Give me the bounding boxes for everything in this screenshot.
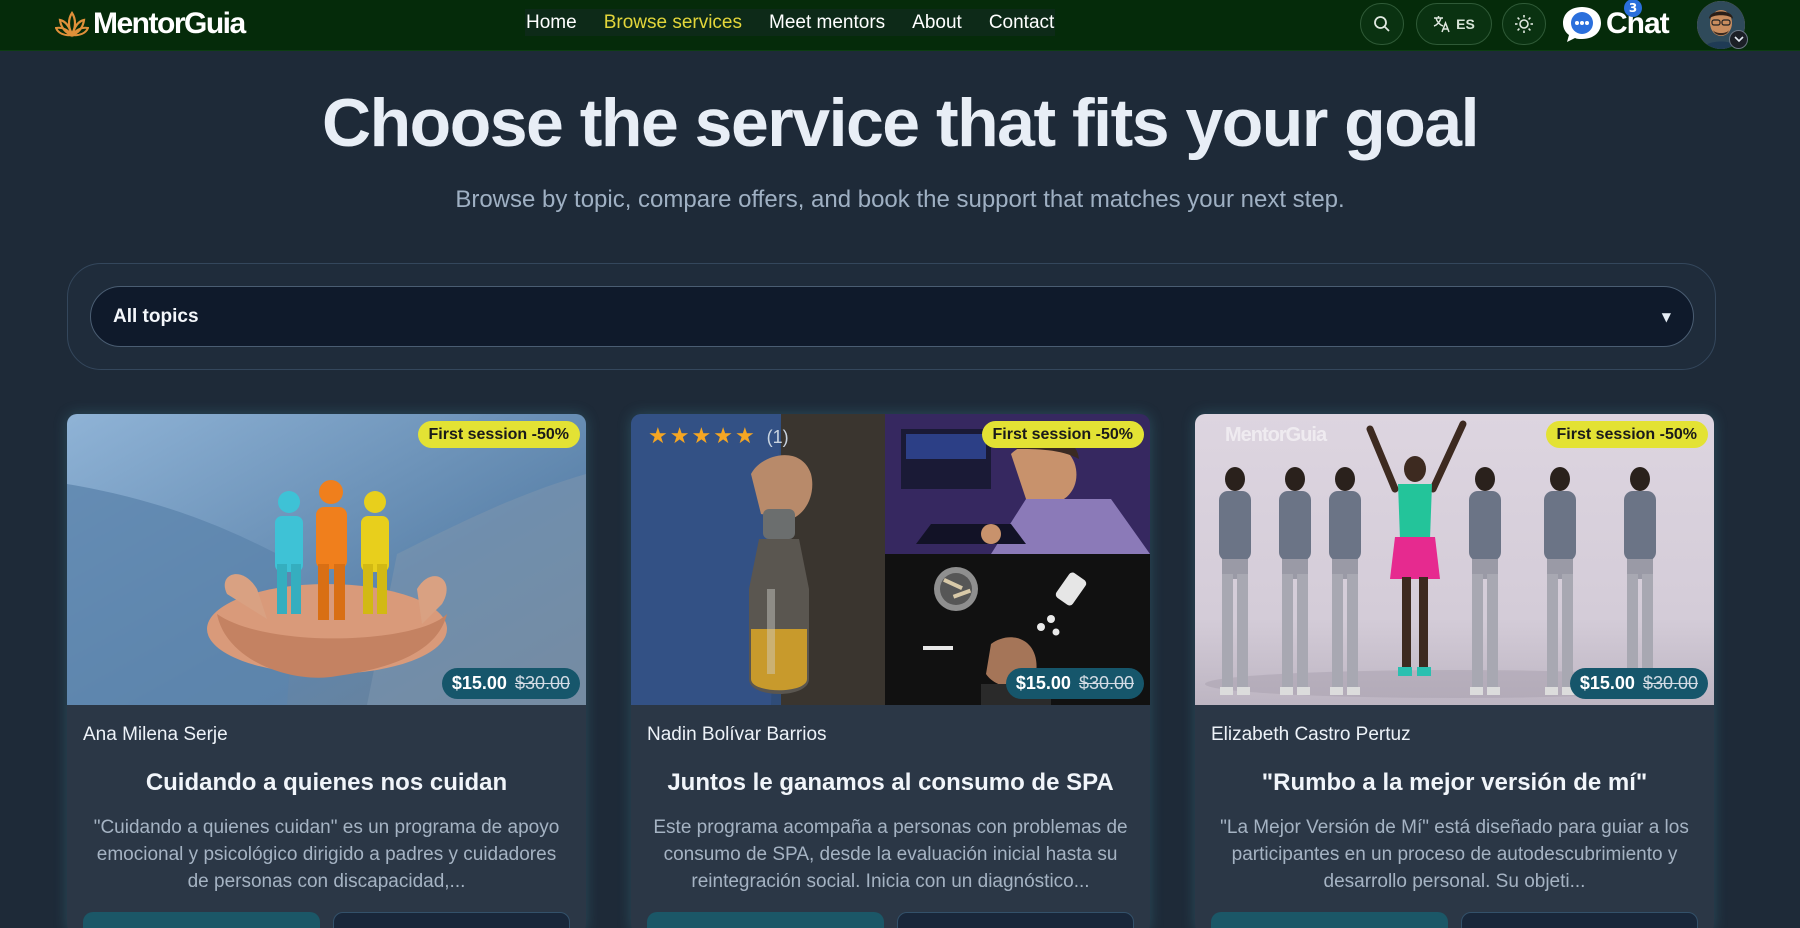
service-title[interactable]: Juntos le ganamos al consumo de SPA — [631, 769, 1150, 797]
mentor-name[interactable]: Ana Milena Serje — [83, 724, 228, 746]
star-icon: ★ — [691, 424, 712, 449]
navbar: MentorGuia Home Browse services Meet men… — [0, 0, 1800, 51]
lotus-icon — [55, 11, 89, 38]
price-badge: $15.00 $30.00 — [1569, 668, 1708, 699]
book-button[interactable] — [647, 912, 884, 928]
book-button[interactable] — [1211, 912, 1448, 928]
language-code: ES — [1456, 16, 1475, 32]
promo-badge: First session -50% — [1545, 421, 1708, 448]
service-title[interactable]: Cuidando a quienes nos cuidan — [67, 769, 586, 797]
nav-browse-services[interactable]: Browse services — [604, 12, 742, 34]
service-card[interactable]: ★ ★ ★ ★ ★ (1) First session -50% $15.00 … — [631, 414, 1150, 928]
service-description: "Cuidando a quienes cuidan" es un progra… — [93, 817, 560, 892]
price-current: $15.00 — [451, 673, 507, 693]
price-original: $30.00 — [1642, 673, 1698, 693]
details-button[interactable] — [333, 912, 570, 928]
service-image — [631, 414, 1150, 705]
price-original: $30.00 — [514, 673, 570, 693]
language-button[interactable]: ES — [1416, 3, 1492, 45]
service-card[interactable]: First session -50% $15.00 $30.00 Ana Mil… — [67, 414, 586, 928]
price-current: $15.00 — [1579, 673, 1635, 693]
chevron-down-icon — [1733, 36, 1744, 43]
nav-meet-mentors[interactable]: Meet mentors — [769, 12, 885, 34]
promo-badge: First session -50% — [417, 421, 580, 448]
service-description: Este programa acompaña a personas con pr… — [653, 817, 1128, 892]
star-icon: ★ — [669, 424, 690, 449]
price-badge: $15.00 $30.00 — [441, 668, 580, 699]
account-menu-toggle[interactable] — [1729, 30, 1748, 49]
price-badge: $15.00 $30.00 — [1005, 668, 1144, 699]
service-image — [1195, 414, 1714, 705]
theme-toggle[interactable] — [1502, 3, 1546, 45]
book-button[interactable] — [83, 912, 320, 928]
watermark: MentorGuia — [1225, 424, 1327, 446]
page-title: Choose the service that fits your goal — [322, 85, 1479, 161]
topic-select[interactable]: All topics ▼ — [90, 286, 1694, 347]
mentor-name[interactable]: Nadin Bolívar Barrios — [647, 724, 827, 746]
price-current: $15.00 — [1015, 673, 1071, 693]
chat-bubble-icon — [1563, 7, 1601, 42]
nav-home[interactable]: Home — [526, 12, 577, 34]
page-subtitle: Browse by topic, compare offers, and boo… — [455, 186, 1345, 213]
caret-down-icon: ▼ — [1661, 309, 1671, 324]
service-image — [67, 414, 586, 705]
star-icon: ★ — [734, 424, 755, 449]
rating-count: (1) — [766, 426, 789, 447]
promo-badge: First session -50% — [981, 421, 1144, 448]
details-button[interactable] — [1461, 912, 1698, 928]
brand-logo[interactable]: MentorGuia — [55, 6, 246, 42]
mentor-name[interactable]: Elizabeth Castro Pertuz — [1211, 724, 1411, 746]
topic-select-value: All topics — [113, 305, 199, 327]
topic-filter-panel: All topics ▼ — [67, 263, 1716, 370]
service-title[interactable]: "Rumbo a la mejor versión de mí" — [1195, 769, 1714, 797]
rating: ★ ★ ★ ★ ★ (1) — [648, 426, 789, 448]
star-icon: ★ — [648, 424, 668, 449]
brand-name: MentorGuia — [93, 7, 246, 40]
search-button[interactable] — [1360, 3, 1404, 45]
search-icon — [1374, 16, 1390, 32]
translate-icon — [1433, 16, 1450, 33]
chat-button[interactable]: Chat 3 — [1560, 0, 1680, 46]
nav-about[interactable]: About — [912, 12, 962, 34]
service-card[interactable]: MentorGuia First session -50% $15.00 $30… — [1195, 414, 1714, 928]
main-nav: Home Browse services Meet mentors About … — [525, 9, 1056, 36]
details-button[interactable] — [897, 912, 1134, 928]
sun-icon — [1515, 15, 1533, 33]
nav-contact[interactable]: Contact — [989, 12, 1054, 34]
service-description: "La Mejor Versión de Mí" está diseñado p… — [1220, 817, 1689, 892]
price-original: $30.00 — [1078, 673, 1134, 693]
star-icon: ★ — [713, 424, 733, 449]
